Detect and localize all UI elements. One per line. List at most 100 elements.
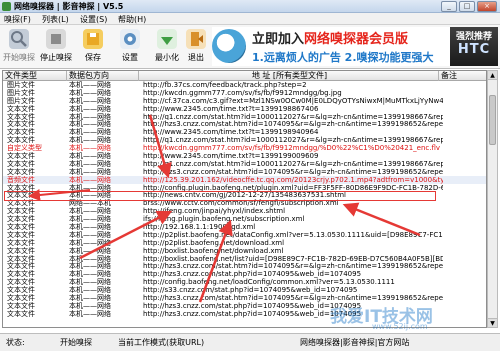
vertical-scrollbar[interactable]: ▲ ▼ [487,70,498,328]
minimize-icon [157,29,177,49]
cell-direction: 本机——网络 [69,270,111,279]
table-row[interactable]: 文本文件 本机——网络 http://hzs3.cnzz.com/stat.htm?… [3,294,486,302]
exit-button[interactable]: 退出 [180,27,212,67]
cell-direction: 本机——网络 [69,112,111,121]
table-row[interactable]: 文本文件 本机——网络 http://p2plist.baofeng.net/dat… [3,231,486,239]
cell-address: http://www.2345.com/time.txt?t=139919886… [143,104,319,113]
cell-address: http://hzs3.cnzz.com/stat.htm?id=1074095… [143,294,443,302]
table-row[interactable]: 文本文件 本机——网络 http://q1.cnzz.com/stat.htm?id… [3,136,486,145]
status-label: 状态: [6,338,25,347]
cell-type: 文本文件 [7,254,35,263]
menu-help[interactable]: 帮助(H) [118,14,146,25]
save-icon [83,29,103,49]
table-row[interactable]: 文本文件 本机——网络 http://q1.cnzz.com/stat.htm?id… [3,112,486,121]
table-row[interactable]: 文本文件 本机——网络 http://www.2345.com/time.txt?t… [3,152,486,160]
minimize-button[interactable]: 最小化 [151,27,183,67]
cell-direction: 本机——网络 [69,136,111,145]
table-header: 文件类型 数据包方向 地 址 [所有类型文件] 备注 [3,71,486,81]
col-header-note[interactable]: 备注 [439,71,486,81]
table-row[interactable]: 文本文件 本机——网络 http://boxlist.baofeng.net/lis… [3,254,486,263]
cell-direction: 本机——网络 [69,167,111,176]
cell-address: http://hzs3.cnzz.com/stat.htm?id=1074095… [143,167,443,176]
cell-type: 图片文件 [7,96,35,105]
ad-logo-icon [212,29,246,63]
cell-type: 文本文件 [7,104,35,113]
save-button[interactable]: 保存 [77,27,109,67]
start-sniff-button[interactable]: 开始嗅探 [3,27,35,67]
col-header-direction[interactable]: 数据包方向 [67,71,139,81]
settings-button[interactable]: 设置 [114,27,146,67]
cell-direction: 本机——网络 [69,238,111,247]
table-row[interactable]: 音频文件 本机——网络 http://125.39.201.162/videocff… [3,175,486,184]
cell-direction: 本机——网络 [69,128,111,137]
scroll-thumb[interactable] [489,95,496,145]
scroll-up-icon[interactable]: ▲ [488,71,497,80]
cell-type: 自定义类型 [7,144,42,153]
cell-address: ifs://ifeng.plugin.baofeng.net/subscript… [143,215,305,224]
table-row[interactable]: 文本文件 本机——网络 http://ifeng.com/jinpai/yhyxl/… [3,207,486,216]
table-row[interactable]: 文本文件 本机——网络 http://s33.cnzz.com/stat.php?i… [3,286,486,294]
cell-direction: 本机——网络 [69,262,111,271]
col-header-address[interactable]: 地 址 [所有类型文件] [139,71,439,81]
table-row[interactable]: 文本文件 本机——网络 ifs://ifeng.plugin.baofeng.net… [3,215,486,224]
app-icon [2,2,11,11]
cell-address: http://www.2345.com/time.txt?t=139919894… [143,128,319,137]
table-row[interactable]: 文本文件 本机——网络 http://hzs3.cnzz.com/stat.htm?… [3,167,486,176]
cell-address: http://hzs3.cnzz.com/stat.htm?id=1074095… [143,120,443,129]
menu-bar: 嗅探(F) 列表(L) 设置(S) 帮助(H) [0,13,500,25]
cell-direction: 本机——网络 [69,294,111,302]
cell-address: http://q1.cnzz.com/stat.htm?id=100011202… [143,159,443,168]
scroll-down-icon[interactable]: ▼ [488,318,497,327]
close-window-button[interactable]: × [477,1,497,12]
cell-direction: 本机——网络 [69,254,111,263]
gear-icon [120,29,140,49]
table-row[interactable]: 图片文件 本机——网络 http://cf.37ca.com/c3.gif?ext=… [3,96,486,105]
minimize-window-button[interactable]: _ [441,1,457,12]
cell-address: http://config.baofeng.net/loadConfig/com… [143,278,395,287]
cell-direction: 本机——网络 [69,144,111,153]
highlight-box [4,191,436,201]
table-row[interactable]: 自定义类型 本机——网络 http://kwcdn.ggmm777.com/sv/f… [3,144,486,153]
cell-type: 文本文件 [7,270,35,279]
cell-type: 文本文件 [7,246,35,255]
table-row[interactable]: 文本文件 本机——网络 http://www.2345.com/time.txt?t… [3,128,486,137]
menu-sniff[interactable]: 嗅探(F) [4,14,31,25]
ad-banner[interactable]: 立即加入网络嗅探器会员版 1.远离烦人的广告 2.嗅探功能更强大 强烈推荐 HT… [212,27,498,66]
table-row[interactable]: 文本文件 本机——网络 http://hzs3.cnzz.com/stat.php?… [3,270,486,279]
table-row[interactable]: 文本文件 本机——网络 http://boxlist.baofeng.net/dow… [3,246,486,255]
stop-sniff-button[interactable]: 停止嗅探 [40,27,72,67]
table-row[interactable]: 图片文件 本机——网络 http://fb.37cs.com/feedback/tr… [3,81,486,89]
cell-address: http://kwcdn.ggmm777.com/sv/fs/fb/f9912m… [143,88,342,97]
title-bar: 网络嗅探器 | 影音神探 | V5.5 _ □ × [0,0,500,13]
table-row[interactable]: 文本文件 本机——网络 http://hzs3.cnzz.com/stat.htm?… [3,262,486,271]
ad-line1-prefix: 立即加入 [252,32,305,47]
cell-type: 文本文件 [7,112,35,121]
table-row[interactable]: 文本文件 本机——网络 http://hzs3.cnzz.com/stat.htm?… [3,120,486,129]
cell-direction: 本机——网络 [69,104,111,113]
cell-address: http://p2plist.baofeng.net/download.xml [143,238,285,247]
menu-settings[interactable]: 设置(S) [80,14,107,25]
cell-address: http://fb.37cs.com/feedback/track.php?st… [143,81,307,89]
watermark-url: www.52ij.com [372,322,428,331]
cell-address: http://ifeng.com/jinpai/yhyxl/index.shtm… [143,207,286,216]
cell-address: http://kwcdn.ggmm777.com/sv/fs/fb/f9912m… [143,144,441,153]
table-row[interactable]: 文本文件 本机——网络 http://192.168.1.1:1900/igd.xm… [3,223,486,231]
cell-direction: 本机——网络 [69,152,111,160]
menu-list[interactable]: 列表(L) [42,14,69,25]
status-website-link[interactable]: 网络嗅探器|影音神探|官方网站 [300,337,409,348]
cell-address: http://hzs3.cnzz.com/stat.htm?id=1074095… [143,262,443,271]
col-header-type[interactable]: 文件类型 [3,71,67,81]
cell-direction: 本机——网络 [69,215,111,224]
table-row[interactable]: 文本文件 本机——网络 http://www.2345.com/time.txt?t… [3,104,486,113]
cell-direction: 本机——网络 [69,88,111,97]
cell-type: 文本文件 [7,215,35,224]
table-row[interactable]: 文本文件 本机——网络 http://p2plist.baofeng.net/dow… [3,238,486,247]
table-row[interactable]: 文本文件 本机——网络 http://config.baofeng.net/load… [3,278,486,287]
table-row[interactable]: 文本文件 本机——网络 http://q1.cnzz.com/stat.htm?id… [3,159,486,168]
ad-line1-highlight: 网络嗅探器会员版 [304,32,409,47]
table-row[interactable]: 图片文件 本机——网络 http://kwcdn.ggmm777.com/sv/fs… [3,88,486,97]
cell-type: 文本文件 [7,223,35,231]
exit-icon [186,29,206,49]
cell-direction: 本机——网络 [69,81,111,89]
maximize-window-button[interactable]: □ [459,1,475,12]
